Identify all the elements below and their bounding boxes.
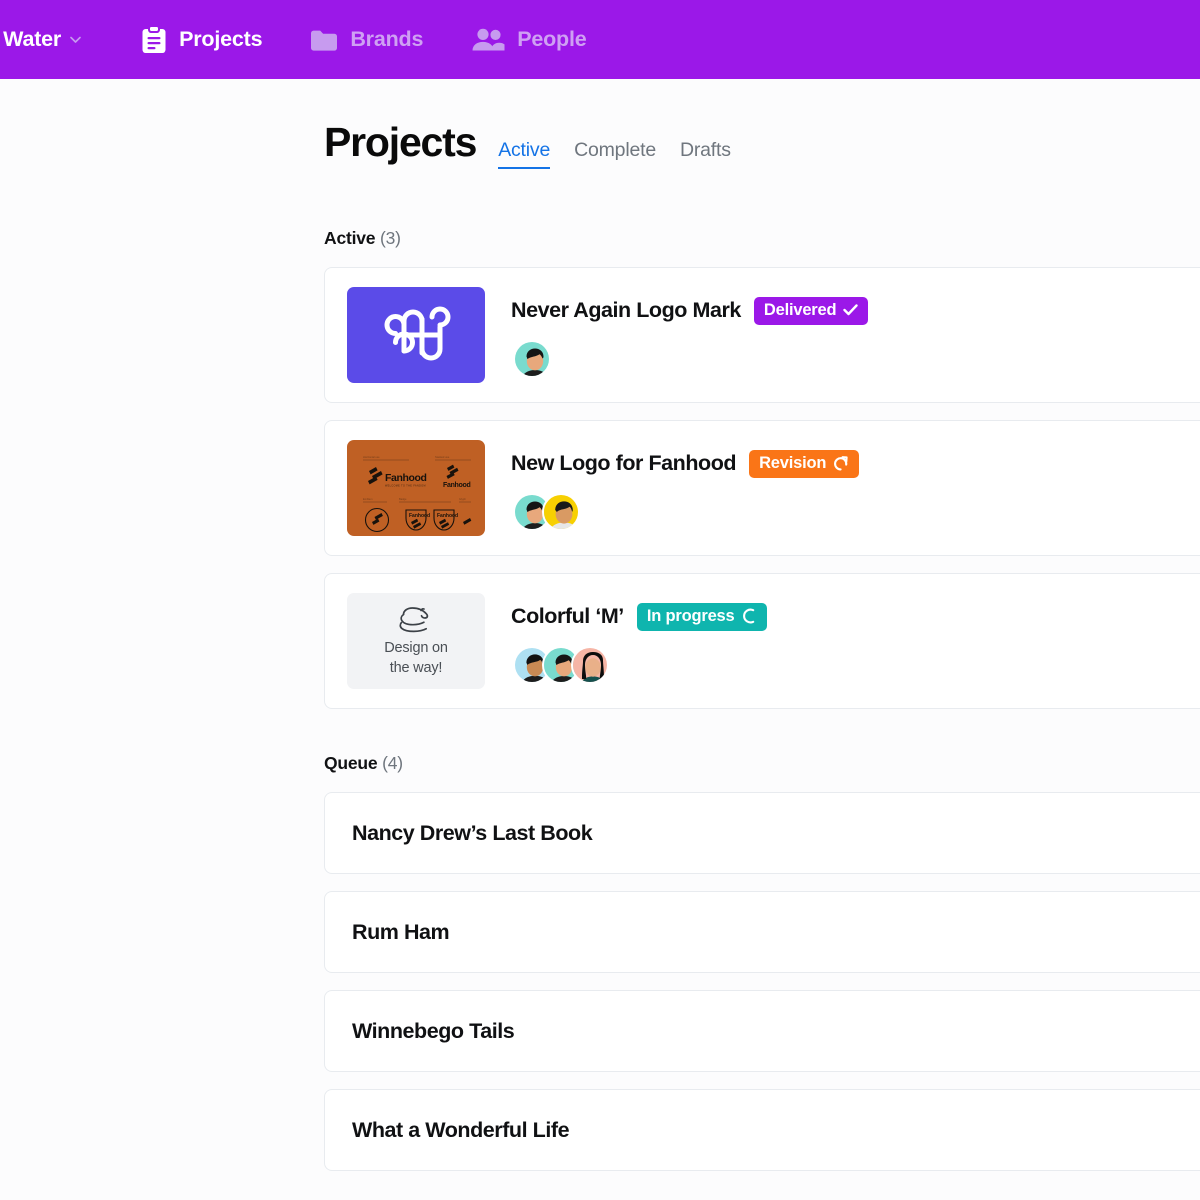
- project-title-row: Never Again Logo Mark Delivered: [511, 297, 869, 325]
- queue-list: Nancy Drew’s Last Book Rum Ham Winnebego…: [324, 792, 1200, 1171]
- queue-item-title: What a Wonderful Life: [352, 1117, 570, 1142]
- section-header-queue: Queue (4): [324, 753, 1200, 774]
- queue-item[interactable]: What a Wonderful Life: [324, 1089, 1200, 1171]
- queue-item-title: Nancy Drew’s Last Book: [352, 820, 593, 845]
- project-tabs: Active Complete Drafts: [498, 139, 731, 169]
- svg-text:Fanhood: Fanhood: [409, 513, 430, 519]
- section-header-active: Active (3): [324, 228, 1200, 249]
- workspace-name: nsby Water: [0, 27, 62, 51]
- page-title: Projects: [324, 119, 477, 165]
- nav-item-projects[interactable]: Projects: [117, 0, 286, 79]
- nav-label-projects: Projects: [179, 27, 263, 51]
- project-card-colorful-m[interactable]: Design on the way! Colorful ‘M’ In progr…: [324, 573, 1200, 709]
- project-avatars: [511, 492, 859, 531]
- status-badge-in-progress[interactable]: In progress: [636, 603, 767, 631]
- spinner-icon: [742, 608, 754, 624]
- section-count-active: (3): [380, 228, 401, 248]
- avatar[interactable]: [513, 339, 551, 378]
- svg-text:Badge: Badge: [399, 497, 407, 501]
- check-icon: [843, 304, 859, 316]
- avatar-photo-icon: [573, 647, 607, 682]
- nav-item-brands[interactable]: Brands: [286, 0, 447, 79]
- content-column: Projects Active Complete Drafts Active (…: [0, 79, 1200, 1171]
- svg-text:Glyph: Glyph: [459, 497, 466, 501]
- svg-text:Fanhood: Fanhood: [443, 482, 470, 489]
- folder-icon: [311, 30, 338, 51]
- tab-drafts[interactable]: Drafts: [680, 139, 731, 167]
- project-avatars: [511, 645, 767, 684]
- tab-complete[interactable]: Complete: [574, 139, 656, 167]
- project-title-row: New Logo for Fanhood Revision: [511, 450, 860, 478]
- nav-item-people[interactable]: People: [447, 0, 610, 79]
- project-avatars: [511, 339, 868, 378]
- avatar-photo-icon: [515, 341, 549, 376]
- section-name-active: Active: [324, 228, 376, 248]
- monogram-logo-icon: [384, 306, 451, 361]
- status-badge-label: Delivered: [763, 301, 837, 319]
- status-badge-delivered[interactable]: Delivered: [753, 297, 869, 325]
- project-info-colorful-m: Colorful ‘M’ In progress: [511, 593, 767, 684]
- svg-text:Horizontal use: Horizontal use: [363, 455, 380, 459]
- queue-item[interactable]: Winnebego Tails: [324, 990, 1200, 1072]
- svg-text:Stacked use: Stacked use: [435, 455, 450, 459]
- page-body: Projects Active Complete Drafts Active (…: [0, 79, 1200, 1200]
- project-thumbnail-fanhood: Horizontal use Stacked use Emblem Badge …: [347, 440, 485, 536]
- status-badge-revision[interactable]: Revision: [749, 450, 860, 478]
- page-header: Projects Active Complete Drafts: [324, 122, 1200, 169]
- queue-item-title: Rum Ham: [352, 919, 450, 944]
- project-title: Never Again Logo Mark: [511, 298, 741, 323]
- nav-label-people: People: [517, 27, 587, 51]
- project-title: Colorful ‘M’: [511, 604, 624, 629]
- svg-text:WELCOME TO THE FANDOM: WELCOME TO THE FANDOM: [385, 485, 426, 488]
- project-card-fanhood[interactable]: Horizontal use Stacked use Emblem Badge …: [324, 420, 1200, 556]
- queue-item[interactable]: Nancy Drew’s Last Book: [324, 792, 1200, 874]
- chevron-down-icon: [70, 36, 81, 43]
- project-info-never-again: Never Again Logo Mark Delivered: [511, 287, 869, 378]
- svg-text:Fanhood: Fanhood: [385, 472, 427, 484]
- queue-item-title: Winnebego Tails: [352, 1018, 515, 1043]
- primary-nav-items: Projects Brands People: [117, 0, 610, 79]
- nav-label-brands: Brands: [350, 27, 424, 51]
- clipboard-icon: [142, 25, 166, 53]
- tab-active[interactable]: Active: [498, 139, 550, 169]
- section-count-queue: (4): [382, 753, 403, 773]
- section-name-queue: Queue: [324, 753, 378, 773]
- refresh-icon: [834, 456, 848, 471]
- queue-item[interactable]: Rum Ham: [324, 891, 1200, 973]
- avatar[interactable]: [542, 492, 580, 531]
- active-projects-list: Never Again Logo Mark Delivered Horizont…: [324, 267, 1200, 709]
- svg-text:Emblem: Emblem: [363, 497, 373, 501]
- status-badge-label: In progress: [646, 607, 735, 625]
- project-title-row: Colorful ‘M’ In progress: [511, 603, 767, 631]
- placeholder-text-line1: Design on: [384, 640, 448, 657]
- people-icon: [472, 28, 505, 50]
- avatar-photo-icon: [544, 494, 578, 529]
- project-card-never-again[interactable]: Never Again Logo Mark Delivered: [324, 267, 1200, 403]
- status-badge-label: Revision: [759, 454, 827, 472]
- placeholder-text-line2: the way!: [389, 659, 443, 676]
- project-thumbnail-placeholder: Design on the way!: [347, 593, 485, 689]
- project-thumbnail-monogram: [347, 287, 485, 383]
- project-info-fanhood: New Logo for Fanhood Revision: [511, 440, 860, 531]
- top-navigation-bar: nsby Water Projects Brands: [0, 0, 1200, 79]
- project-title: New Logo for Fanhood: [511, 451, 737, 476]
- workspace-switcher[interactable]: nsby Water: [0, 27, 99, 52]
- fanhood-brand-sheet-icon: Horizontal use Stacked use Emblem Badge …: [363, 455, 472, 533]
- svg-text:Fanhood: Fanhood: [437, 513, 458, 519]
- scribble-doodle-icon: [399, 607, 429, 633]
- avatar[interactable]: [571, 645, 609, 684]
